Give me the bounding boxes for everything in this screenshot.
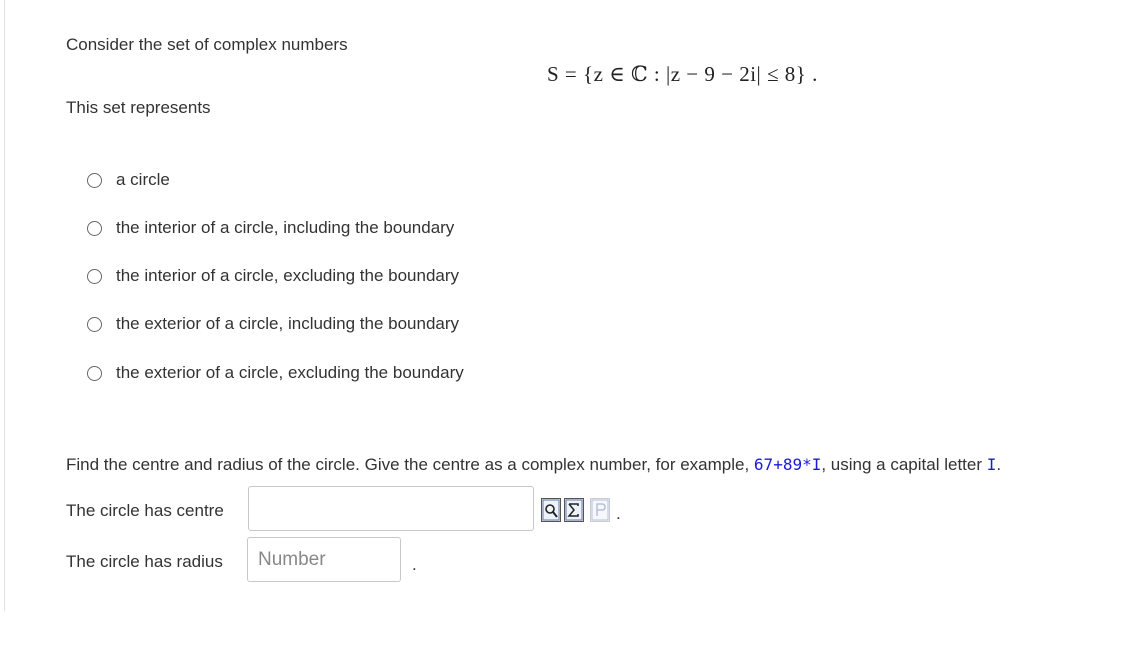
option-label: the interior of a circle, excluding the … <box>116 266 460 285</box>
formula-disabled-icon <box>590 498 610 522</box>
centre-label: The circle has centre <box>66 501 224 520</box>
equation-editor-icon[interactable] <box>564 498 584 522</box>
instruction-end: . <box>996 455 1002 474</box>
instruction-text-middle: , using a capital letter <box>821 455 983 474</box>
option-a-circle[interactable]: a circle <box>87 169 170 191</box>
represents-label: This set represents <box>66 98 211 117</box>
option-exterior-including[interactable]: the exterior of a circle, including the … <box>87 313 459 335</box>
centre-trailing-period: . <box>616 504 621 523</box>
option-interior-excluding[interactable]: the interior of a circle, excluding the … <box>87 265 459 287</box>
set-formula: S = {z ∈ ℂ : |z − 9 − 2i| ≤ 8} . <box>547 62 818 87</box>
radio-button[interactable] <box>87 172 102 188</box>
option-exterior-excluding[interactable]: the exterior of a circle, excluding the … <box>87 362 464 384</box>
capital-letter-code: I <box>986 455 997 474</box>
question-intro: Consider the set of complex numbers <box>66 35 348 54</box>
set-formula-text: S = {z ∈ ℂ : |z − 9 − 2i| ≤ 8} . <box>547 62 818 86</box>
centre-input[interactable] <box>248 486 534 531</box>
radio-button[interactable] <box>87 268 102 284</box>
option-label: the interior of a circle, including the … <box>116 218 455 237</box>
content-frame-border <box>4 0 5 611</box>
option-interior-including[interactable]: the interior of a circle, including the … <box>87 217 454 239</box>
radius-label: The circle has radius <box>66 552 223 571</box>
instruction-text: Find the centre and radius of the circle… <box>66 455 750 474</box>
radius-trailing-period: . <box>412 555 417 574</box>
radio-button[interactable] <box>87 316 102 332</box>
option-label: the exterior of a circle, excluding the … <box>116 363 464 382</box>
preview-icon[interactable] <box>541 498 561 522</box>
radio-button[interactable] <box>87 220 102 236</box>
option-label: the exterior of a circle, including the … <box>116 314 460 333</box>
radius-input[interactable] <box>247 537 401 582</box>
option-label: a circle <box>116 170 170 189</box>
example-code: 67+89*I <box>753 455 822 474</box>
part2-instruction: Find the centre and radius of the circle… <box>66 455 1001 475</box>
radio-button[interactable] <box>87 365 102 381</box>
